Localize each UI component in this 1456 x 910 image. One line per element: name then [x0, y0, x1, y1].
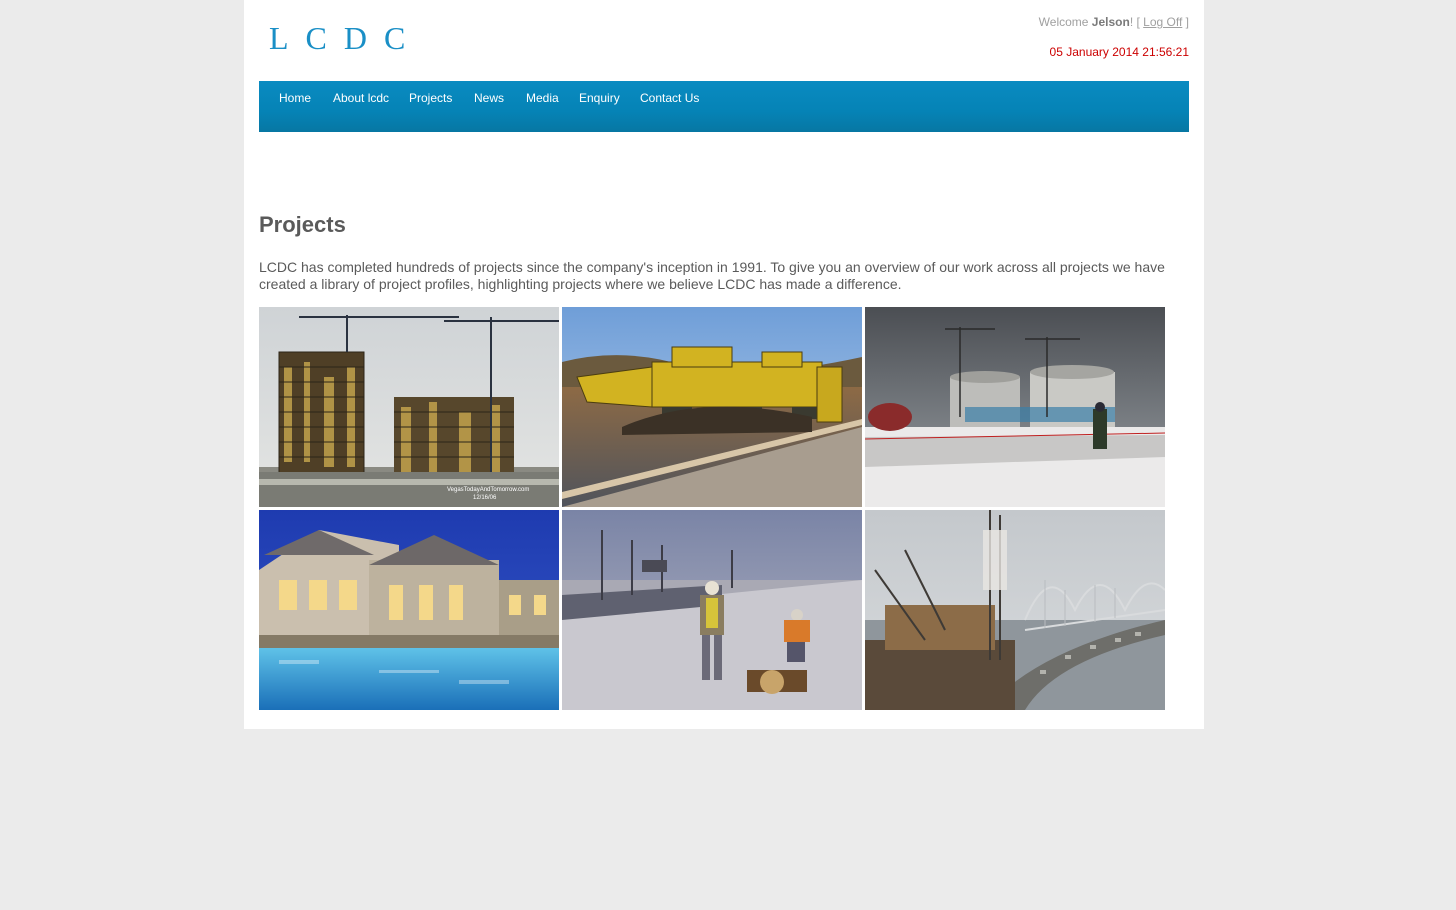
project-tile-paver[interactable]	[562, 307, 862, 507]
login-status: Welcome Jelson! [ Log Off ]	[1039, 15, 1189, 29]
intro-text: LCDC has completed hundreds of projects …	[259, 259, 1165, 292]
nav-item-home[interactable]: Home	[279, 91, 311, 105]
project-tile-tanks[interactable]	[865, 307, 1165, 507]
project-tile-highrise[interactable]: VegasTodayAndTomorrow.com 12/16/06	[259, 307, 559, 507]
project-tile-bridge[interactable]	[865, 510, 1165, 710]
nav-item-projects[interactable]: Projects	[409, 91, 452, 105]
current-datetime: 05 January 2014 21:56:21	[1049, 45, 1189, 59]
highrise-construction-photo: VegasTodayAndTomorrow.com 12/16/06	[259, 307, 559, 507]
nav-item-news[interactable]: News	[474, 91, 504, 105]
logo-letter: C	[384, 20, 406, 56]
site-logo[interactable]: LCDC	[269, 20, 422, 57]
logo-letter: D	[343, 20, 367, 56]
page-container: LCDC Welcome Jelson! [ Log Off ] 05 Janu…	[244, 0, 1204, 729]
main-nav: Home About lcdc Projects News Media Enqu…	[259, 81, 1189, 132]
bracket-close: ]	[1185, 15, 1189, 29]
logoff-link[interactable]: Log Off	[1143, 15, 1182, 29]
road-workers-photo	[562, 510, 862, 710]
lng-tank-construction-photo	[865, 307, 1165, 507]
bracket-open: ! [	[1129, 15, 1140, 29]
nav-item-about[interactable]: About lcdc	[333, 91, 389, 105]
logo-letter: C	[305, 20, 327, 56]
welcome-text: Welcome	[1038, 15, 1089, 29]
svg-text:VegasTodayAndTomorrow.com: VegasTodayAndTomorrow.com	[447, 487, 529, 493]
svg-text:12/16/06: 12/16/06	[473, 495, 497, 501]
page-title: Projects	[259, 212, 346, 237]
road-paver-photo	[562, 307, 862, 507]
project-tile-clubhouse[interactable]	[259, 510, 559, 710]
bridge-construction-photo	[865, 510, 1165, 710]
logo-letter: L	[269, 20, 289, 56]
nav-item-media[interactable]: Media	[526, 91, 559, 105]
username: Jelson	[1091, 15, 1130, 29]
pool-clubhouse-photo	[259, 510, 559, 710]
project-tile-roadwork[interactable]	[562, 510, 862, 710]
nav-item-enquiry[interactable]: Enquiry	[579, 91, 620, 105]
nav-item-contact[interactable]: Contact Us	[640, 91, 699, 105]
